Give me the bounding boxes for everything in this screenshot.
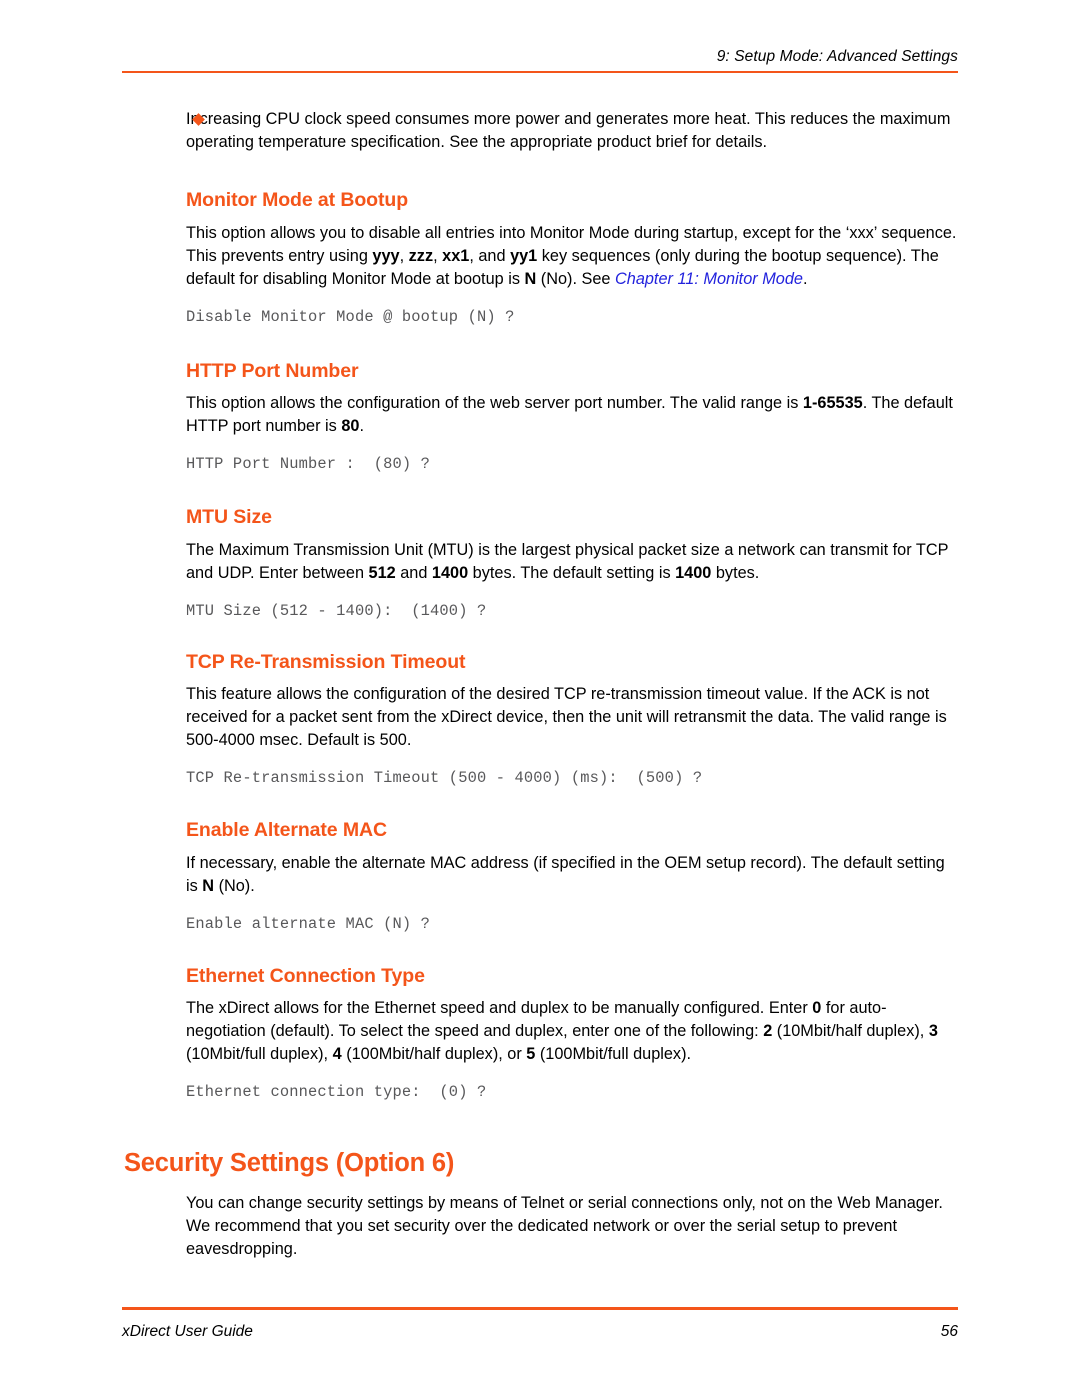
text-run: . [359, 417, 364, 436]
text-run-bold: 1-65535 [802, 394, 863, 413]
text-run: (No). [214, 876, 255, 895]
section-enable-alternate-mac: Enable Alternate MAC If necessary, enabl… [124, 818, 960, 933]
footer-row: xDirect User Guide 56 [122, 1323, 958, 1341]
page-header: 9: Setup Mode: Advanced Settings [122, 48, 958, 74]
text-run: (10Mbit/full duplex), [186, 1045, 333, 1064]
text-run-bold: N [524, 269, 537, 288]
section-heading: Ethernet Connection Type [186, 964, 425, 987]
text-run: If necessary, enable the alternate MAC a… [186, 853, 945, 895]
text-run: , [433, 246, 443, 265]
text-run: (100Mbit/full duplex). [535, 1045, 692, 1064]
cli-prompt-line: Enable alternate MAC (N) ? [186, 914, 431, 933]
footer-page-number: 56 [940, 1322, 958, 1340]
section-paragraph: This option allows the configuration of … [124, 392, 960, 438]
document-page: 9: Setup Mode: Advanced Settings Increas… [0, 0, 1080, 1397]
cli-prompt-line: TCP Re-transmission Timeout (500 - 4000)… [186, 769, 703, 788]
header-chapter-title: 9: Setup Mode: Advanced Settings [716, 48, 958, 65]
footer-guide-title: xDirect User Guide [122, 1322, 253, 1340]
text-run-bold: yy1 [510, 246, 538, 265]
text-run: bytes. [711, 563, 760, 582]
text-run: , and [469, 246, 511, 265]
section-heading: MTU Size [186, 506, 272, 529]
page-footer: xDirect User Guide 56 [122, 1307, 958, 1341]
text-run: (No). See [536, 269, 615, 288]
text-run: , [399, 246, 409, 265]
section-paragraph: The Maximum Transmission Unit (MTU) is t… [124, 539, 960, 585]
cli-prompt-line: MTU Size (512 - 1400): (1400) ? [186, 601, 487, 620]
note-text: Increasing CPU clock speed consumes more… [186, 110, 951, 152]
text-run-bold: 4 [332, 1045, 342, 1064]
text-run: (100Mbit/half duplex), or [341, 1045, 527, 1064]
text-run-bold: N [202, 876, 215, 895]
section-http-port-number: HTTP Port Number This option allows the … [124, 359, 960, 474]
section-paragraph: This feature allows the configuration of… [186, 685, 947, 750]
text-run-bold: zzz [408, 246, 434, 265]
text-run-bold: 0 [812, 999, 822, 1018]
section-monitor-mode-at-bootup: Monitor Mode at Bootup This option allow… [124, 188, 960, 327]
footer-rule [122, 1307, 958, 1310]
page-content: Increasing CPU clock speed consumes more… [124, 108, 960, 1261]
section-paragraph: If necessary, enable the alternate MAC a… [124, 852, 960, 898]
text-run: This option allows the configuration of … [186, 394, 803, 413]
section-tcp-retransmission-timeout: TCP Re-Transmission Timeout This feature… [124, 650, 960, 789]
text-run-bold: 512 [368, 563, 396, 582]
cli-prompt-line: Disable Monitor Mode @ bootup (N) ? [186, 307, 515, 326]
section-security-settings: Security Settings (Option 6) You can cha… [124, 1148, 960, 1261]
section-heading: Enable Alternate MAC [186, 819, 387, 842]
text-run: bytes. The default setting is [468, 563, 676, 582]
section-paragraph: You can change security settings by mean… [186, 1194, 943, 1259]
text-run: . [802, 269, 808, 288]
section-paragraph: The xDirect allows for the Ethernet spee… [124, 997, 960, 1066]
text-run: and [395, 563, 432, 582]
header-rule [122, 70, 958, 74]
text-run-bold: 80 [341, 417, 360, 436]
text-run: The xDirect allows for the Ethernet spee… [186, 999, 813, 1018]
section-ethernet-connection-type: Ethernet Connection Type The xDirect all… [124, 964, 960, 1103]
text-run: (10Mbit/half duplex), [772, 1022, 929, 1041]
section-mtu-size: MTU Size The Maximum Transmission Unit (… [124, 505, 960, 620]
page-title: Security Settings (Option 6) [124, 1149, 455, 1178]
cross-reference-link[interactable]: Chapter 11: Monitor Mode [615, 270, 803, 288]
cli-prompt-line: Ethernet connection type: (0) ? [186, 1083, 487, 1102]
text-run-bold: 1400 [675, 563, 712, 582]
list-item: Increasing CPU clock speed consumes more… [124, 108, 960, 154]
cli-prompt-line: HTTP Port Number : (80) ? [186, 455, 431, 474]
text-run-bold: 5 [526, 1045, 536, 1064]
text-run-bold: 1400 [431, 563, 469, 582]
text-run-bold: xx1 [442, 246, 470, 265]
text-run-bold: 2 [763, 1022, 773, 1041]
text-run-bold: yyy [372, 246, 400, 265]
section-heading: Monitor Mode at Bootup [186, 189, 409, 212]
note-bullet-list: Increasing CPU clock speed consumes more… [124, 108, 960, 154]
section-heading: TCP Re-Transmission Timeout [186, 650, 466, 673]
section-paragraph: This option allows you to disable all en… [124, 222, 960, 291]
section-heading: HTTP Port Number [186, 359, 359, 382]
text-run-bold: 3 [928, 1022, 938, 1041]
